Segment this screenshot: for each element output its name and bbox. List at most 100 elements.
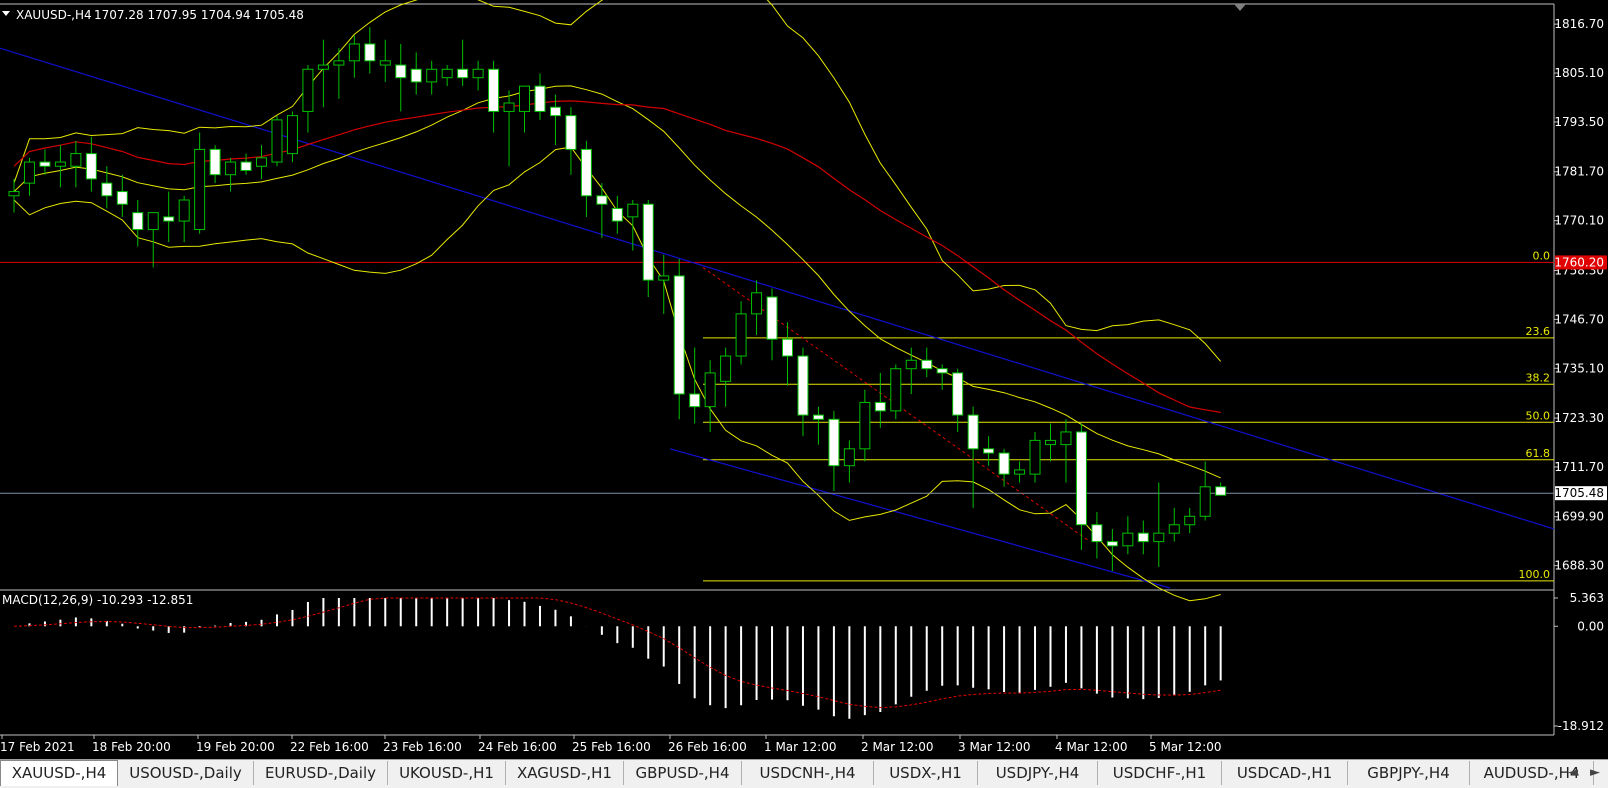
candle-body (967, 414, 979, 450)
candle-body (364, 43, 376, 62)
candle-body (952, 372, 964, 416)
chart-symbol-label: XAUUSD-,H4 (16, 8, 92, 22)
x-axis-label: 17 Feb 2021 (0, 740, 75, 754)
x-axis-label: 26 Feb 16:00 (668, 740, 747, 754)
tab-gbpjpy-h4[interactable]: GBPJPY-,H4 (1348, 761, 1470, 785)
y-axis-label: 1688.30 (1554, 559, 1604, 573)
candle-body (1215, 486, 1227, 496)
candle-body (457, 68, 469, 79)
candle-body (1106, 541, 1118, 547)
candle-body (1091, 524, 1103, 543)
candle-body (828, 418, 840, 467)
fibonacci-level-label: 0.0 (1533, 249, 1551, 262)
candle-body (101, 182, 113, 197)
tab-scroll-left-icon[interactable]: ◄ (1562, 761, 1584, 785)
tab-usdjpy-h4[interactable]: USDJPY-,H4 (978, 761, 1098, 785)
candle-body (1029, 439, 1041, 475)
candle-body (147, 212, 159, 231)
x-axis-label: 24 Feb 16:00 (478, 740, 557, 754)
candle-body (23, 161, 35, 184)
candle-body (519, 85, 531, 112)
y-axis-label: 1805.10 (1554, 66, 1604, 80)
y-axis-label: 1735.10 (1554, 361, 1604, 375)
candle-body (333, 60, 345, 66)
candle-body (85, 153, 97, 180)
candle-body (843, 448, 855, 467)
candle-body (194, 148, 206, 231)
candle-body (580, 148, 592, 197)
chart-window: 0.0 23.6 38.2 50.0 61.8 100.0 1816.70 1805.10 1… (0, 0, 1608, 788)
fibonacci-level-label: 38.2 (1526, 371, 1551, 384)
x-axis-label: 1 Mar 12:00 (764, 740, 837, 754)
candle-body (1153, 532, 1165, 543)
macd-y-axis-label: -18.912 (1558, 719, 1604, 733)
candle-body (1075, 431, 1087, 526)
candle-body (782, 338, 793, 357)
y-axis-label: 1793.50 (1554, 115, 1604, 129)
candle-body (1184, 515, 1196, 526)
candle-body (766, 296, 778, 340)
candle-body (890, 368, 902, 412)
candle-body (642, 203, 654, 281)
candle-body (549, 106, 561, 117)
x-axis-label: 23 Feb 16:00 (383, 740, 462, 754)
tab-xagusd-h1[interactable]: XAGUSD-,H1 (506, 761, 624, 785)
candle-body (256, 157, 268, 167)
tab-eurusd-daily[interactable]: EURUSD-,Daily (254, 761, 388, 785)
y-axis-label: 1711.70 (1554, 460, 1604, 474)
tab-usdchf-h1[interactable]: USDCHF-,H1 (1098, 761, 1222, 785)
candle-body (116, 191, 128, 205)
candle-body (472, 68, 484, 79)
candle-body (658, 275, 670, 281)
candle-body (751, 292, 763, 315)
candle-body (240, 161, 252, 171)
candle-body (859, 401, 871, 450)
tab-usdcad-h1[interactable]: USDCAD-,H1 (1222, 761, 1348, 785)
x-axis-label: 3 Mar 12:00 (958, 740, 1031, 754)
tab-gbpusd-h4[interactable]: GBPUSD-,H4 (624, 761, 742, 785)
candle-body (379, 60, 391, 66)
candle-body (302, 68, 314, 112)
price-chart[interactable]: 0.0 23.6 38.2 50.0 61.8 100.0 1816.70 1805.10 1… (0, 0, 1608, 759)
fibonacci-level-label: 50.0 (1526, 409, 1551, 422)
x-axis-label: 18 Feb 20:00 (92, 740, 171, 754)
y-axis-label: 1699.90 (1554, 510, 1604, 524)
tab-usdcnh-h4[interactable]: USDCNH-,H4 (742, 761, 874, 785)
candle-body (225, 161, 237, 176)
x-axis-label: 4 Mar 12:00 (1055, 740, 1128, 754)
tab-usdx-h1[interactable]: USDX-,H1 (874, 761, 978, 785)
candle-body (70, 153, 82, 167)
candle-body (39, 161, 51, 167)
x-axis-label: 19 Feb 20:00 (196, 740, 275, 754)
candle-body (797, 355, 809, 416)
candle-body (936, 368, 948, 374)
fibonacci-level-label: 23.6 (1526, 325, 1551, 338)
y-axis-label: 1746.70 (1554, 312, 1604, 326)
candle-body (410, 68, 422, 83)
candle-body (921, 359, 933, 370)
candle-body (611, 207, 623, 222)
candle-body (286, 115, 298, 155)
tab-ukousd-h1[interactable]: UKOUSD-,H1 (388, 761, 506, 785)
candle-body (1044, 439, 1056, 446)
candle-body (673, 275, 685, 395)
tab-xauusd-h4[interactable]: XAUUSD-,H4 (0, 760, 118, 786)
x-axis-label: 25 Feb 16:00 (572, 740, 651, 754)
macd-y-axis-label: 0.00 (1577, 619, 1604, 633)
candle-body (905, 359, 917, 370)
candle-body (720, 355, 732, 382)
current-price-label: 1705.48 (1554, 486, 1604, 500)
x-axis-label: 22 Feb 16:00 (290, 740, 369, 754)
candle-body (689, 393, 701, 408)
candle-body (317, 64, 329, 70)
candle-body (178, 199, 190, 222)
y-axis-label: 1816.70 (1554, 17, 1604, 31)
candle-body (395, 64, 407, 79)
candle-body (998, 452, 1010, 475)
tab-usousd-daily[interactable]: USOUSD-,Daily (118, 761, 254, 785)
candle-body (735, 313, 747, 357)
tab-scroll-right-icon[interactable]: ► (1584, 761, 1606, 785)
candle-body (441, 68, 453, 79)
candle-body (163, 216, 175, 222)
candle-body (426, 68, 438, 83)
